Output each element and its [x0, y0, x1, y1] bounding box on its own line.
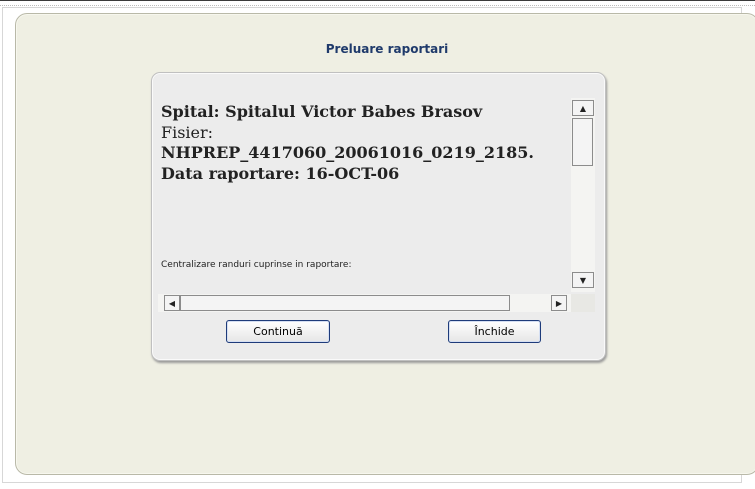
report-content-area[interactable]: Spital: Spitalul Victor Babes Brasov Fis…	[158, 94, 571, 296]
file-label: Fisier:	[161, 122, 214, 142]
top-border	[0, 0, 755, 7]
report-date: Data raportare: 16-OCT-06	[161, 163, 400, 183]
page-title: Preluare raportari	[325, 42, 449, 56]
horizontal-scrollbar[interactable]: ◀ ▶	[158, 294, 571, 312]
file-name: NHPREP_4417060_20061016_0219_2185.	[161, 143, 534, 162]
scroll-up-button[interactable]: ▲	[572, 100, 594, 116]
scroll-down-button[interactable]: ▼	[572, 272, 594, 288]
close-button[interactable]: Închide	[448, 320, 541, 343]
continue-button[interactable]: Continuă	[226, 320, 330, 343]
scroll-right-button[interactable]: ▶	[551, 295, 567, 311]
scroll-left-button[interactable]: ◀	[164, 295, 180, 311]
hospital-line: Spital: Spitalul Victor Babes Brasov	[161, 102, 483, 121]
vertical-scroll-thumb[interactable]	[572, 118, 593, 166]
vertical-scrollbar[interactable]: ▲ ▼	[571, 98, 595, 292]
arrow-right-icon: ▶	[555, 298, 563, 308]
horizontal-scroll-thumb[interactable]	[180, 295, 510, 311]
arrow-up-icon: ▲	[579, 103, 587, 113]
scrollbar-corner	[571, 294, 595, 312]
arrow-left-icon: ◀	[168, 298, 176, 308]
arrow-down-icon: ▼	[579, 275, 587, 285]
summary-label: Centralizare randuri cuprinse in raporta…	[161, 260, 352, 270]
